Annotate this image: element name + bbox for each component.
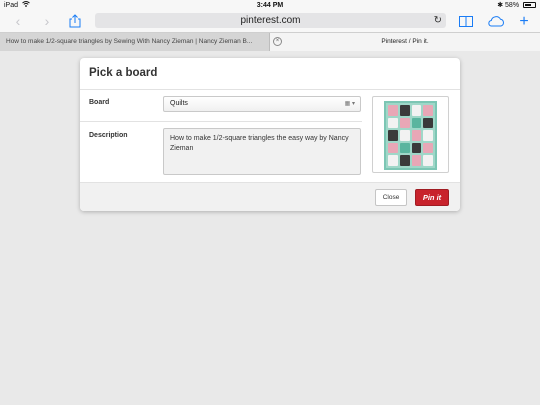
board-select[interactable]: Quilts ▦ ▾ [163,96,361,112]
bookmarks-icon[interactable] [456,11,476,32]
battery-icon [523,2,536,8]
pin-thumbnail [372,96,449,173]
reload-icon[interactable]: ↻ [434,13,442,28]
divider [80,89,460,90]
board-value: Quilts [170,100,188,107]
quilt-image [384,101,437,170]
new-tab-icon[interactable]: + [514,11,534,32]
close-button[interactable]: Close [375,189,407,206]
browser-toolbar: ‹ › pinterest.com ↻ + [0,11,540,32]
description-field[interactable]: How to make 1/2-square triangles the eas… [163,128,361,175]
share-icon[interactable] [65,11,85,32]
status-bar: iPad 3:44 PM ✱ 58% [0,0,540,11]
divider [80,121,362,122]
tab-close-icon[interactable]: × [273,37,282,46]
dialog-title: Pick a board [89,67,158,79]
tab-title: How to make 1/2-square triangles by Sewi… [6,38,253,45]
dropdown-arrow-icon: ▦ ▾ [344,101,355,107]
back-icon[interactable]: ‹ [8,11,28,32]
board-label: Board [89,99,110,106]
tab-nancy-zieman[interactable]: How to make 1/2-square triangles by Sewi… [0,33,270,51]
pin-it-button[interactable]: Pin it [415,189,449,206]
bluetooth-icon: ✱ [497,2,504,9]
address-bar[interactable]: pinterest.com ↻ [95,13,446,28]
description-label: Description [89,132,128,139]
tab-title: Pinterest / Pin it. [381,38,429,45]
clock: 3:44 PM [256,2,284,9]
status-right: ✱ 58% [497,0,536,11]
url-text: pinterest.com [240,15,301,26]
dialog-footer: Close Pin it [80,182,460,211]
battery-percent: 58% [505,2,520,9]
icloud-icon[interactable] [486,11,506,32]
forward-icon[interactable]: › [37,11,57,32]
pick-board-dialog: Pick a board Board Quilts ▦ ▾ Descriptio… [80,58,460,211]
tab-pinterest[interactable]: Pinterest / Pin it. [270,33,540,51]
tab-bar: How to make 1/2-square triangles by Sewi… [0,32,540,51]
